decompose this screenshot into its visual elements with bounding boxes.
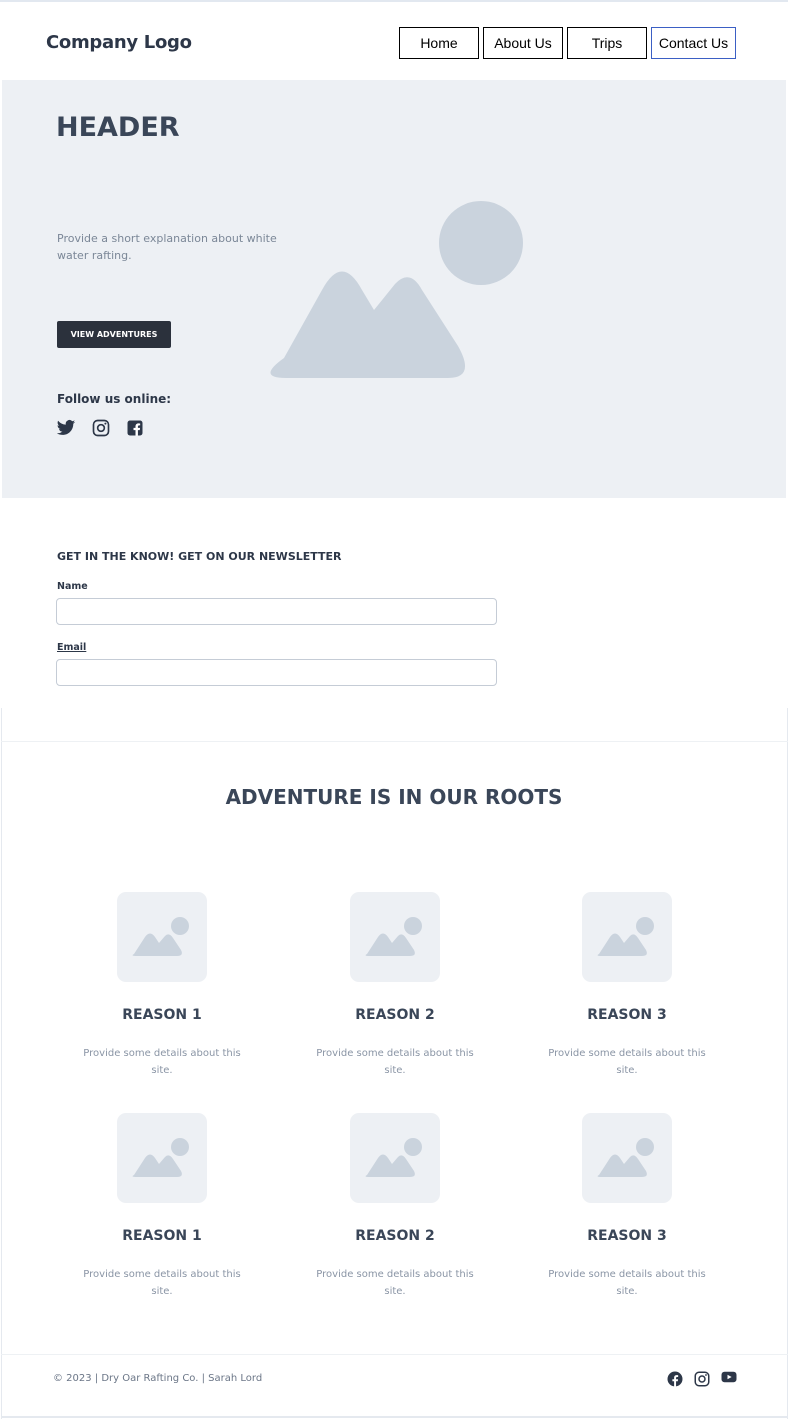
twitter-icon[interactable] — [56, 418, 76, 438]
card-text: Provide some details about this site. — [316, 1269, 474, 1297]
features-title: ADVENTURE IS IN OUR ROOTS — [225, 785, 563, 809]
card-text: Provide some details about this site. — [316, 1048, 474, 1076]
name-label: Name — [57, 581, 88, 592]
card-text: Provide some details about this site. — [548, 1269, 706, 1297]
nav-contact-us[interactable]: Contact Us — [651, 27, 736, 59]
footer-divider — [1, 1354, 788, 1355]
footer-copyright: © 2023 | Dry Oar Rafting Co. | Sarah Lor… — [53, 1373, 263, 1384]
card-title: REASON 2 — [355, 1007, 435, 1023]
nav-trips[interactable]: Trips — [567, 27, 647, 59]
card-text: Provide some details about this site. — [83, 1048, 241, 1076]
instagram-icon[interactable] — [91, 418, 111, 438]
company-logo[interactable]: Company Logo — [46, 32, 192, 53]
reason-image-icon — [350, 1113, 440, 1203]
reason-image-icon — [117, 892, 207, 982]
card-title: REASON 1 — [122, 1228, 202, 1244]
email-input[interactable] — [56, 659, 497, 686]
hero-description: Provide a short explanation about white … — [57, 232, 277, 262]
follow-us-label: Follow us online: — [57, 392, 172, 406]
reason-image-icon — [582, 892, 672, 982]
card-title: REASON 3 — [587, 1007, 667, 1023]
section-divider — [1, 741, 788, 742]
card-text: Provide some details about this site. — [83, 1269, 241, 1297]
card-title: REASON 3 — [587, 1228, 667, 1244]
view-adventures-button[interactable]: VIEW ADVENTURES — [57, 321, 171, 348]
newsletter-title: GET IN THE KNOW! GET ON OUR NEWSLETTER — [57, 550, 342, 563]
nav-home[interactable]: Home — [399, 27, 479, 59]
facebook-icon[interactable] — [125, 418, 145, 438]
nav-about-us[interactable]: About Us — [483, 27, 563, 59]
footer-bottom-border — [1, 1416, 788, 1418]
facebook-icon[interactable] — [666, 1370, 684, 1388]
card-title: REASON 2 — [355, 1228, 435, 1244]
reason-image-icon — [117, 1113, 207, 1203]
reason-image-icon — [582, 1113, 672, 1203]
name-input[interactable] — [56, 598, 497, 625]
card-text: Provide some details about this site. — [548, 1048, 706, 1076]
top-border — [0, 0, 788, 2]
hero-image-placeholder-icon — [270, 201, 523, 378]
email-label: Email — [57, 642, 87, 653]
hero-title: HEADER — [56, 112, 180, 143]
youtube-icon[interactable] — [720, 1368, 738, 1386]
reason-image-icon — [350, 892, 440, 982]
instagram-icon[interactable] — [693, 1370, 711, 1388]
card-title: REASON 1 — [122, 1007, 202, 1023]
